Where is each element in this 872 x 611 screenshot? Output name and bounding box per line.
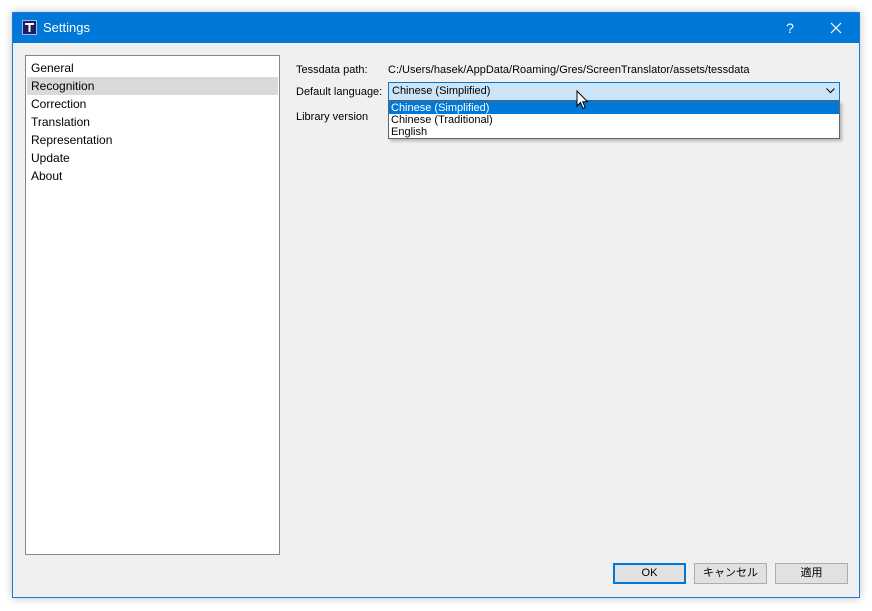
default-language-combobox[interactable]: Chinese (Simplified) <box>388 82 840 101</box>
default-language-label: Default language: <box>296 86 383 98</box>
sidebar-item-about[interactable]: About <box>27 167 278 185</box>
settings-category-list[interactable]: General Recognition Correction Translati… <box>25 55 280 555</box>
close-icon <box>830 22 842 34</box>
sidebar-item-update[interactable]: Update <box>27 149 278 167</box>
language-dropdown-list[interactable]: Chinese (Simplified) Chinese (Traditiona… <box>388 101 840 139</box>
tessdata-path-value: C:/Users/hasek/AppData/Roaming/Gres/Scre… <box>388 64 750 76</box>
title-bar[interactable]: Settings ? <box>13 13 859 43</box>
sidebar-item-representation[interactable]: Representation <box>27 131 278 149</box>
ok-button[interactable]: OK <box>613 563 686 584</box>
window-title: Settings <box>43 20 90 35</box>
language-option-chinese-traditional[interactable]: Chinese (Traditional) <box>389 114 839 126</box>
help-button[interactable]: ? <box>767 13 813 43</box>
chevron-down-icon <box>826 88 835 94</box>
default-language-value: Chinese (Simplified) <box>392 85 491 97</box>
cancel-button[interactable]: キャンセル <box>694 563 767 584</box>
apply-button[interactable]: 適用 <box>775 563 848 584</box>
close-button[interactable] <box>813 13 859 43</box>
tessdata-path-label: Tessdata path: <box>296 64 368 76</box>
sidebar-item-recognition[interactable]: Recognition <box>27 77 278 95</box>
language-option-english[interactable]: English <box>389 126 839 138</box>
mouse-pointer-icon <box>576 90 589 110</box>
sidebar-item-correction[interactable]: Correction <box>27 95 278 113</box>
library-version-label: Library version <box>296 111 369 123</box>
app-icon <box>22 20 37 35</box>
language-option-chinese-simplified[interactable]: Chinese (Simplified) <box>389 102 839 114</box>
settings-window: Settings ? General Recognition Correctio… <box>12 12 860 598</box>
sidebar-item-general[interactable]: General <box>27 59 278 77</box>
sidebar-item-translation[interactable]: Translation <box>27 113 278 131</box>
